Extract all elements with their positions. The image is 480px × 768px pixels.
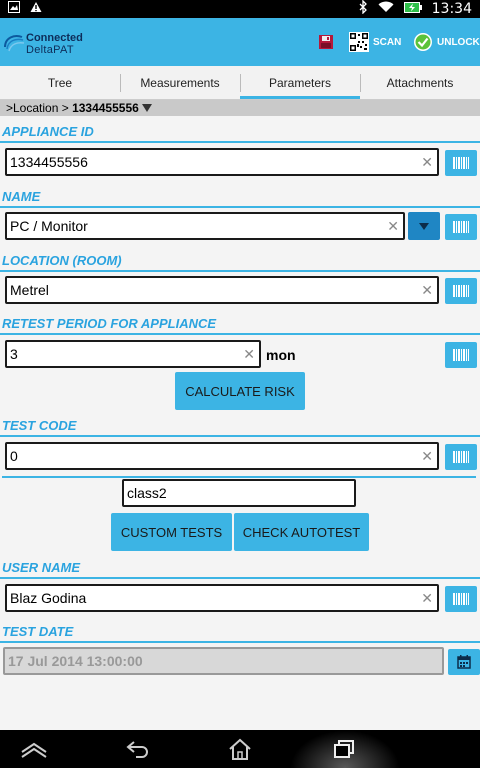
- appliance-id-input[interactable]: 1334455556 ✕: [5, 148, 439, 176]
- logo-text-line2: DeltaPAT: [26, 44, 74, 56]
- clear-icon[interactable]: ✕: [421, 278, 433, 302]
- barcode-icon: [453, 349, 469, 361]
- clear-icon[interactable]: ✕: [243, 342, 255, 366]
- section-divider: [0, 141, 480, 143]
- clear-icon[interactable]: ✕: [421, 586, 433, 610]
- section-divider: [0, 435, 480, 437]
- barcode-scan-button[interactable]: [445, 278, 477, 304]
- clear-icon[interactable]: ✕: [421, 444, 433, 468]
- tab-tree[interactable]: Tree: [0, 66, 120, 100]
- name-header: NAME: [2, 189, 41, 204]
- tab-measurements[interactable]: Measurements: [120, 66, 240, 100]
- barcode-scan-button[interactable]: [445, 342, 477, 368]
- tab-parameters[interactable]: Parameters: [240, 66, 360, 100]
- warning-icon: [30, 0, 42, 18]
- class-input[interactable]: class2: [122, 479, 356, 507]
- test-code-value: 0: [10, 448, 18, 464]
- retest-period-input[interactable]: 3 ✕: [5, 340, 261, 368]
- test-date-input: 17 Jul 2014 13:00:00: [3, 647, 444, 675]
- barcode-scan-button[interactable]: [445, 150, 477, 176]
- home-icon: [229, 738, 251, 760]
- unlock-label: UNLOCK: [437, 36, 480, 48]
- clear-icon[interactable]: ✕: [387, 214, 399, 238]
- recent-apps-icon: [334, 740, 354, 758]
- nav-up-button[interactable]: [14, 730, 54, 768]
- chevron-up-icon: [21, 742, 47, 758]
- qr-code-icon: [349, 32, 369, 52]
- status-bar: 13:34: [0, 0, 480, 18]
- retest-unit-label: mon: [266, 347, 296, 363]
- save-button[interactable]: [318, 18, 334, 66]
- tab-attachments[interactable]: Attachments: [360, 66, 480, 100]
- clear-icon[interactable]: ✕: [421, 150, 433, 174]
- appliance-id-value: 1334455556: [10, 154, 88, 170]
- nav-home-button[interactable]: [222, 730, 258, 768]
- section-divider: [0, 270, 480, 272]
- section-divider: [0, 206, 480, 208]
- wifi-icon: [378, 0, 394, 18]
- calculate-risk-button[interactable]: CALCULATE RISK: [175, 372, 305, 410]
- triangle-down-icon: [419, 222, 429, 230]
- scan-label: SCAN: [373, 36, 402, 48]
- unlock-button[interactable]: UNLOCK: [413, 18, 480, 66]
- logo-swirl-icon: [4, 35, 25, 52]
- save-icon: [319, 35, 333, 49]
- name-value: PC / Monitor: [10, 218, 88, 234]
- section-divider: [0, 641, 480, 643]
- user-name-value: Blaz Godina: [10, 590, 87, 606]
- barcode-icon: [453, 221, 469, 233]
- barcode-scan-button[interactable]: [445, 214, 477, 240]
- retest-period-header: RETEST PERIOD FOR APPLIANCE: [2, 316, 217, 331]
- scan-button[interactable]: SCAN: [349, 18, 401, 66]
- name-input[interactable]: PC / Monitor ✕: [5, 212, 405, 240]
- location-header: LOCATION (ROOM): [2, 253, 122, 268]
- barcode-icon: [453, 285, 469, 297]
- barcode-icon: [453, 593, 469, 605]
- bluetooth-icon: [358, 0, 368, 19]
- back-arrow-icon: [126, 741, 148, 758]
- test-date-header: TEST DATE: [2, 624, 74, 639]
- location-input[interactable]: Metrel ✕: [5, 276, 439, 304]
- battery-charging-icon: [403, 0, 422, 18]
- app-bar: Connected DeltaPAT SCAN UNLOCK: [0, 18, 480, 66]
- name-dropdown-button[interactable]: [408, 212, 440, 240]
- appliance-id-header: APPLIANCE ID: [2, 124, 94, 139]
- test-code-input[interactable]: 0 ✕: [5, 442, 439, 470]
- breadcrumb-prefix: >Location >: [6, 101, 73, 115]
- barcode-scan-button[interactable]: [445, 586, 477, 612]
- nav-back-button[interactable]: [118, 730, 158, 768]
- test-code-header: TEST CODE: [2, 418, 77, 433]
- clock: 13:34: [431, 1, 472, 17]
- retest-period-value: 3: [10, 346, 18, 362]
- nav-recent-apps-button[interactable]: [326, 730, 362, 768]
- breadcrumb[interactable]: >Location > 1334455556: [0, 100, 480, 116]
- user-name-header: USER NAME: [2, 560, 81, 575]
- check-circle-icon: [414, 33, 432, 51]
- barcode-scan-button[interactable]: [445, 444, 477, 470]
- active-tab-indicator: [240, 96, 360, 99]
- section-divider: [0, 333, 480, 335]
- section-divider: [2, 476, 476, 478]
- calendar-icon: [457, 655, 471, 669]
- calendar-button[interactable]: [448, 649, 480, 675]
- barcode-icon: [453, 451, 469, 463]
- tab-bar: Tree Measurements Parameters Attachments: [0, 66, 480, 100]
- check-autotest-button[interactable]: CHECK AUTOTEST: [234, 513, 369, 551]
- user-name-input[interactable]: Blaz Godina ✕: [5, 584, 439, 612]
- custom-tests-button[interactable]: CUSTOM TESTS: [111, 513, 232, 551]
- barcode-icon: [453, 157, 469, 169]
- location-value: Metrel: [10, 282, 49, 298]
- section-divider: [0, 577, 480, 579]
- breadcrumb-current: 1334455556: [72, 101, 139, 115]
- app-logo: Connected DeltaPAT: [2, 29, 92, 57]
- image-notification-icon: [8, 0, 20, 18]
- logo-text-line1: Connected: [26, 32, 83, 44]
- caret-down-icon: [142, 104, 153, 112]
